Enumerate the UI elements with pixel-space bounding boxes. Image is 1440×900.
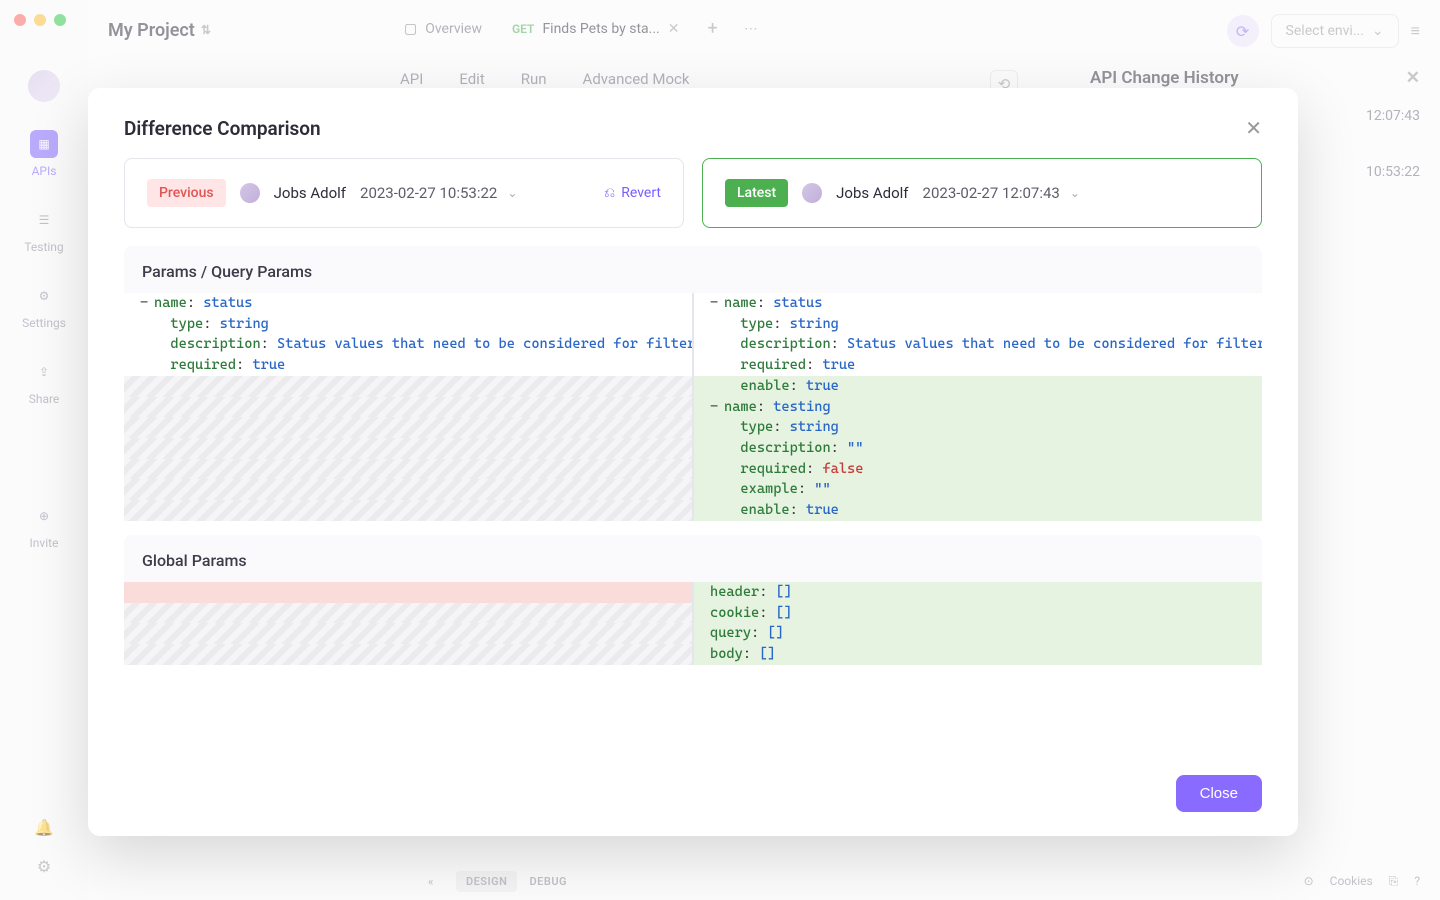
latest-badge: Latest	[725, 179, 788, 207]
user-name: Jobs Adolf	[836, 184, 908, 202]
revert-button[interactable]: ⎌ Revert	[604, 185, 661, 201]
section-title: Params / Query Params	[124, 262, 1262, 293]
close-button[interactable]: Close	[1176, 775, 1262, 812]
user-name: Jobs Adolf	[274, 184, 346, 202]
previous-version-card[interactable]: Previous Jobs Adolf 2023-02-27 10:53:22 …	[124, 158, 684, 228]
latest-version-card[interactable]: Latest Jobs Adolf 2023-02-27 12:07:43 ⌄	[702, 158, 1262, 228]
diff-pane-right: -name: status type: string description: …	[694, 293, 1262, 521]
modal-title: Difference Comparison	[124, 117, 321, 140]
diff-comparison-modal: Difference Comparison ✕ Previous Jobs Ad…	[88, 88, 1298, 836]
diff-pane-left	[124, 582, 694, 665]
revert-label: Revert	[621, 185, 661, 201]
section-title: Global Params	[124, 551, 1262, 582]
avatar	[240, 183, 260, 203]
avatar	[802, 183, 822, 203]
timestamp: 2023-02-27 12:07:43	[923, 184, 1060, 202]
diff-pane-right: header: []cookie: []query: []body: []	[694, 582, 1262, 665]
chevron-down-icon[interactable]: ⌄	[507, 186, 517, 200]
chevron-down-icon[interactable]: ⌄	[1070, 186, 1080, 200]
timestamp: 2023-02-27 10:53:22	[360, 184, 497, 202]
params-diff-section: Params / Query Params -name: status type…	[124, 246, 1262, 521]
revert-icon: ⎌	[604, 185, 615, 201]
global-params-diff-section: Global Params header: []cookie: []query:…	[124, 535, 1262, 665]
diff-pane-left: -name: status type: string description: …	[124, 293, 694, 521]
previous-badge: Previous	[147, 179, 226, 207]
modal-close-button[interactable]: ✕	[1245, 116, 1262, 140]
